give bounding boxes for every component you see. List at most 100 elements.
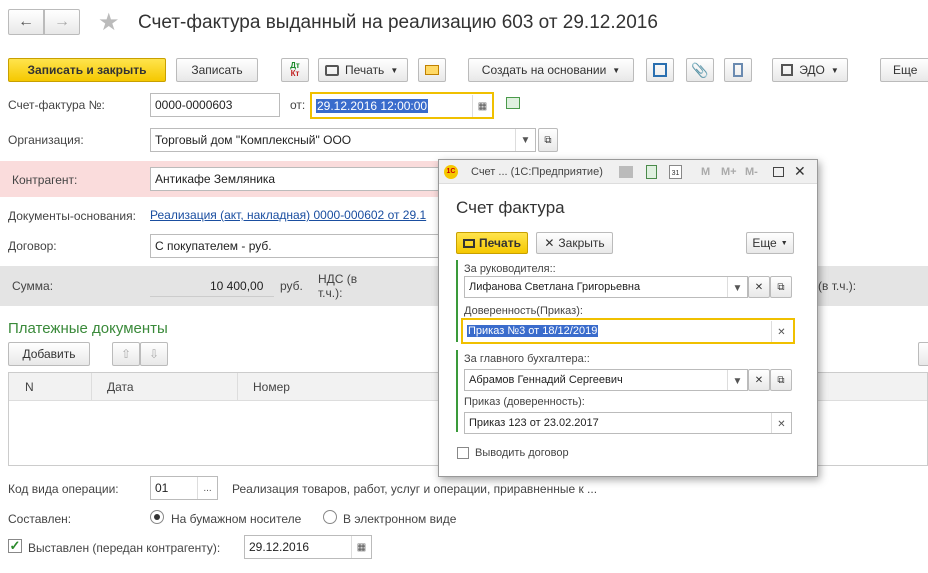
base-documents-link[interactable]: Реализация (акт, накладная) 0000-000602 …	[150, 208, 440, 222]
dialog-more-label: Еще	[752, 236, 777, 250]
dropdown-arrow-icon[interactable]: ▼	[727, 277, 747, 297]
dropdown-arrow-icon[interactable]: ▼	[727, 370, 747, 390]
sign-icon[interactable]	[506, 97, 520, 109]
dropdown-arrow-icon[interactable]: ▼	[515, 129, 535, 151]
contractor-label: Контрагент:	[12, 173, 78, 187]
clear-accountant-button[interactable]: ✕	[748, 369, 770, 391]
op-code-input[interactable]: 01 ...	[150, 476, 218, 500]
print-settings-dialog[interactable]: 1С Счет ... (1С:Предприятие) 31 M M+ M- …	[438, 159, 818, 477]
ellipsis-icon[interactable]: ...	[197, 477, 217, 499]
printer-icon	[325, 64, 339, 76]
edo-button[interactable]: ЭДО ▼	[772, 58, 848, 82]
memory-m[interactable]: M	[701, 166, 710, 178]
composed-label: Составлен:	[8, 512, 72, 526]
date-input[interactable]: 29.12.2016 12:00:00 ▦	[310, 92, 494, 119]
dropdown-arrow-icon: ▼	[390, 65, 399, 75]
memory-mplus[interactable]: M+	[721, 166, 737, 178]
paperclip-icon: 📎	[691, 61, 709, 78]
issued-checkbox[interactable]: ✓	[8, 539, 22, 553]
move-up-button[interactable]: ⇧	[112, 342, 140, 366]
column-header-number[interactable]: Номер	[253, 380, 290, 394]
group-marker	[456, 260, 458, 342]
manager-value: Лифанова Светлана Григорьевна	[469, 281, 641, 293]
envelope-icon	[425, 65, 439, 75]
open-manager-button[interactable]: ⧉	[770, 276, 792, 298]
dialog-close-label: Закрыть	[558, 236, 605, 250]
op-code-description: Реализация товаров, работ, услуг и опера…	[232, 482, 598, 496]
calendar-icon[interactable]: 31	[669, 165, 682, 179]
issued-label[interactable]: Выставлен (передан контрагенту):	[28, 541, 220, 555]
structure-icon	[653, 63, 667, 77]
proxy-input[interactable]: Приказ №3 от 18/12/2019 ✕	[461, 318, 795, 344]
calendar-icon[interactable]: ▦	[351, 536, 371, 558]
dialog-print-button[interactable]: Печать	[456, 232, 528, 254]
clear-icon[interactable]: ✕	[771, 413, 791, 433]
calculator-icon[interactable]	[646, 165, 657, 179]
show-contract-checkbox[interactable]	[457, 447, 469, 459]
column-header-date[interactable]: Дата	[107, 380, 134, 394]
edo-label: ЭДО	[799, 63, 825, 77]
manager-label: За руководителя::	[464, 263, 556, 275]
create-based-button[interactable]: Создать на основании ▼	[468, 58, 634, 82]
accountant-value: Абрамов Геннадий Сергеевич	[469, 374, 623, 386]
order-value: Приказ 123 от 23.02.2017	[469, 417, 599, 429]
report-button[interactable]	[724, 58, 752, 82]
memory-mminus[interactable]: M-	[745, 166, 758, 178]
calendar-icon[interactable]: ▦	[472, 95, 492, 117]
close-icon[interactable]: ✕	[794, 163, 806, 180]
issued-date-input[interactable]: 29.12.2016 ▦	[244, 535, 372, 559]
create-based-label: Создать на основании	[481, 63, 607, 77]
date-label: от:	[290, 98, 306, 112]
electronic-label[interactable]: В электронном виде	[343, 512, 456, 526]
dialog-close-button[interactable]: ✕ Закрыть	[536, 232, 613, 254]
op-code-value: 01	[155, 481, 169, 495]
open-accountant-button[interactable]: ⧉	[770, 369, 792, 391]
email-button[interactable]	[418, 58, 446, 82]
favorite-star-icon[interactable]: ★	[98, 8, 120, 37]
print-button[interactable]: Печать ▼	[318, 58, 408, 82]
invoice-number-input[interactable]: 0000-0000603	[150, 93, 280, 117]
print-icon[interactable]	[619, 166, 633, 178]
more-button[interactable]: Еще	[880, 58, 928, 82]
contract-input[interactable]: С покупателем - руб.	[150, 234, 450, 258]
issued-date-value: 29.12.2016	[249, 540, 310, 554]
electronic-radio[interactable]	[323, 510, 337, 524]
clear-icon[interactable]: ✕	[771, 321, 791, 342]
close-x-icon: ✕	[544, 236, 555, 250]
dialog-print-label: Печать	[479, 236, 521, 250]
open-organization-button[interactable]: ⧉	[538, 128, 558, 152]
paper-label[interactable]: На бумажном носителе	[171, 512, 301, 526]
dt-kt-button[interactable]: Дт Кт	[281, 58, 309, 82]
column-header-n[interactable]: N	[25, 380, 34, 394]
add-payment-button[interactable]: Добавить	[8, 342, 90, 366]
move-down-button[interactable]: ⇩	[140, 342, 168, 366]
save-close-button[interactable]: Записать и закрыть	[8, 58, 166, 82]
invoice-number-label: Счет-фактура №:	[8, 98, 105, 112]
back-button[interactable]: ←	[8, 9, 44, 35]
payments-more-button[interactable]	[918, 342, 928, 366]
forward-button[interactable]: →	[44, 9, 80, 35]
contractor-input[interactable]: Антикафе Земляника	[150, 167, 450, 191]
show-contract-label[interactable]: Выводить договор	[475, 447, 569, 459]
order-input[interactable]: Приказ 123 от 23.02.2017 ✕	[464, 412, 792, 434]
manager-input[interactable]: Лифанова Светлана Григорьевна ▼	[464, 276, 748, 298]
op-code-label: Код вида операции:	[8, 482, 119, 496]
dialog-title: Счет ... (1С:Предприятие)	[471, 166, 603, 178]
arrow-left-icon: ←	[18, 13, 34, 30]
dialog-more-button[interactable]: Еще ▼	[746, 232, 794, 254]
arrow-right-icon: →	[54, 13, 70, 30]
organization-input[interactable]: Торговый дом "Комплексный" ООО ▼	[150, 128, 536, 152]
sum-label: Сумма:	[12, 279, 54, 293]
clear-manager-button[interactable]: ✕	[748, 276, 770, 298]
paper-radio[interactable]	[150, 510, 164, 524]
save-button[interactable]: Записать	[176, 58, 258, 82]
order-label: Приказ (доверенность):	[464, 396, 585, 408]
maximize-icon[interactable]	[773, 167, 784, 177]
structure-button[interactable]	[646, 58, 674, 82]
dropdown-arrow-icon: ▼	[830, 65, 839, 75]
column-divider	[91, 373, 92, 401]
dialog-heading: Счет фактура	[456, 198, 565, 217]
accountant-input[interactable]: Абрамов Геннадий Сергеевич ▼	[464, 369, 748, 391]
kt-label: Кт	[290, 69, 300, 78]
attach-button[interactable]: 📎	[686, 58, 714, 82]
